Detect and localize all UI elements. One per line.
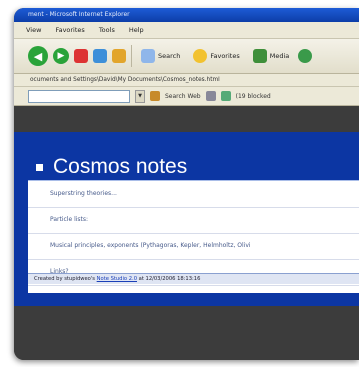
title-bullet-icon: [36, 163, 43, 171]
media-button[interactable]: Media: [249, 47, 294, 65]
note-text: Musical principles, exponents (Pythagora…: [50, 242, 251, 249]
menu-view[interactable]: View: [26, 26, 41, 34]
chevron-down-icon[interactable]: ▼: [135, 89, 145, 103]
favorites-button[interactable]: Favorites: [189, 47, 243, 65]
note-studio-link[interactable]: Note Studio 2.0: [97, 276, 137, 282]
list-item[interactable]: Superstring theories...: [28, 181, 359, 208]
popup-blocker-icon: [220, 91, 231, 101]
forward-icon[interactable]: ▶: [53, 48, 69, 64]
toolbar-divider: [131, 45, 132, 67]
search-web-button[interactable]: Search Web: [165, 93, 201, 100]
home-icon[interactable]: [112, 49, 126, 63]
media-label: Media: [269, 52, 290, 60]
search-web-icon: [150, 91, 160, 101]
menu-help[interactable]: Help: [129, 26, 144, 34]
stop-icon[interactable]: [74, 49, 88, 63]
history-icon[interactable]: [298, 49, 313, 63]
title-bar: ment - Microsoft Internet Explorer: [14, 8, 359, 22]
favorites-icon: [193, 49, 208, 63]
window-title: ment - Microsoft Internet Explorer: [28, 11, 130, 18]
toolbar-search-input[interactable]: [28, 89, 130, 103]
footer-suffix: at 12/03/2006 18:13:16: [138, 276, 201, 282]
toolbar-gap: [14, 106, 359, 132]
popup-blocked-count[interactable]: (19 blocked: [236, 93, 271, 100]
footer-prefix: Created by stupidweo's: [34, 276, 95, 282]
page-footer: Created by stupidweo's Note Studio 2.0 a…: [28, 273, 359, 284]
list-item[interactable]: Musical principles, exponents (Pythagora…: [28, 233, 359, 260]
menu-tools[interactable]: Tools: [99, 26, 115, 34]
search-button[interactable]: Search: [137, 47, 184, 65]
page-title: Cosmos notes: [36, 155, 187, 179]
note-text: Superstring theories...: [50, 190, 117, 197]
note-text: Particle lists:: [50, 216, 89, 223]
menu-bar: View Favorites Tools Help: [14, 22, 359, 39]
favorites-label: Favorites: [210, 52, 240, 60]
address-value: ocuments and Settings\David\My Documents…: [30, 77, 220, 83]
search-label: Search: [158, 52, 181, 60]
refresh-icon[interactable]: [93, 49, 107, 63]
page-title-text: Cosmos notes: [53, 155, 188, 178]
standard-toolbar: ◀ ▶ Search Favorites Media: [14, 39, 359, 74]
menu-favorites[interactable]: Favorites: [55, 26, 84, 34]
list-item[interactable]: Particle lists:: [28, 207, 359, 234]
address-bar[interactable]: ocuments and Settings\David\My Documents…: [14, 74, 359, 87]
page-icon[interactable]: [205, 91, 216, 101]
search-toolbar: ▼ Search Web (19 blocked: [14, 87, 359, 106]
media-icon: [252, 49, 267, 63]
search-icon: [141, 49, 155, 63]
browser-window: ment - Microsoft Internet Explorer View …: [14, 8, 359, 360]
window-bottom: [14, 306, 359, 360]
back-icon[interactable]: ◀: [28, 46, 48, 66]
